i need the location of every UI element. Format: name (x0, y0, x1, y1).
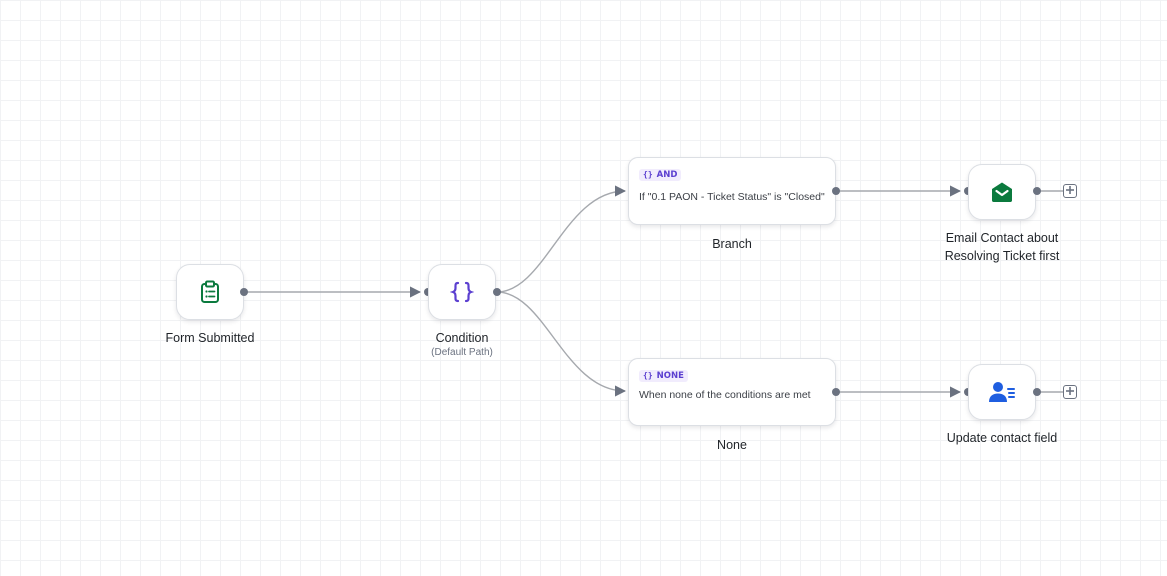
update-contact-node[interactable] (968, 364, 1036, 420)
user-list-icon (988, 380, 1016, 404)
branch-out-port[interactable] (832, 187, 840, 195)
none-condition-text: When none of the conditions are met (639, 389, 811, 401)
branch-card-none[interactable]: {} NONE When none of the conditions are … (628, 358, 836, 426)
envelope-open-icon (990, 181, 1014, 203)
email-contact-node[interactable] (968, 164, 1036, 220)
branch-card-and[interactable]: {} AND If "0.1 PAON - Ticket Status" is … (628, 157, 836, 225)
none-badge-label: NONE (656, 370, 684, 381)
braces-icon: {} (643, 170, 653, 179)
workflow-canvas[interactable]: Form Submitted Condition (Default Path) … (0, 0, 1167, 576)
form-submitted-label: Form Submitted (165, 331, 255, 345)
none-out-port[interactable] (832, 388, 840, 396)
condition-sublabel: (Default Path) (431, 347, 493, 358)
and-badge-label: AND (656, 169, 678, 180)
condition-node[interactable] (428, 264, 496, 320)
braces-icon (450, 280, 474, 304)
none-label: None (717, 438, 747, 452)
condition-label: Condition (435, 331, 489, 345)
branch-condition-text: If "0.1 PAON - Ticket Status" is "Closed… (639, 191, 825, 203)
email-contact-label-line2: Resolving Ticket first (944, 249, 1060, 263)
email-out-port[interactable] (1033, 187, 1041, 195)
add-step-button[interactable] (1063, 385, 1077, 399)
form-submitted-out-port[interactable] (240, 288, 248, 296)
update-out-port[interactable] (1033, 388, 1041, 396)
none-badge: {} NONE (639, 369, 688, 382)
form-submitted-node[interactable] (176, 264, 244, 320)
edge-condition-to-branch (496, 185, 627, 293)
add-step-button[interactable] (1063, 184, 1077, 198)
email-contact-label-line1: Email Contact about (945, 231, 1059, 245)
braces-icon: {} (643, 371, 653, 380)
plus-icon (1065, 383, 1075, 401)
email-contact-label: Email Contact about Resolving Ticket fir… (922, 229, 1082, 265)
clipboard-icon (199, 280, 221, 304)
plus-icon (1065, 182, 1075, 200)
and-badge: {} AND (639, 168, 682, 181)
update-contact-label: Update contact field (946, 431, 1058, 445)
condition-out-port[interactable] (493, 288, 501, 296)
branch-label: Branch (712, 237, 752, 251)
